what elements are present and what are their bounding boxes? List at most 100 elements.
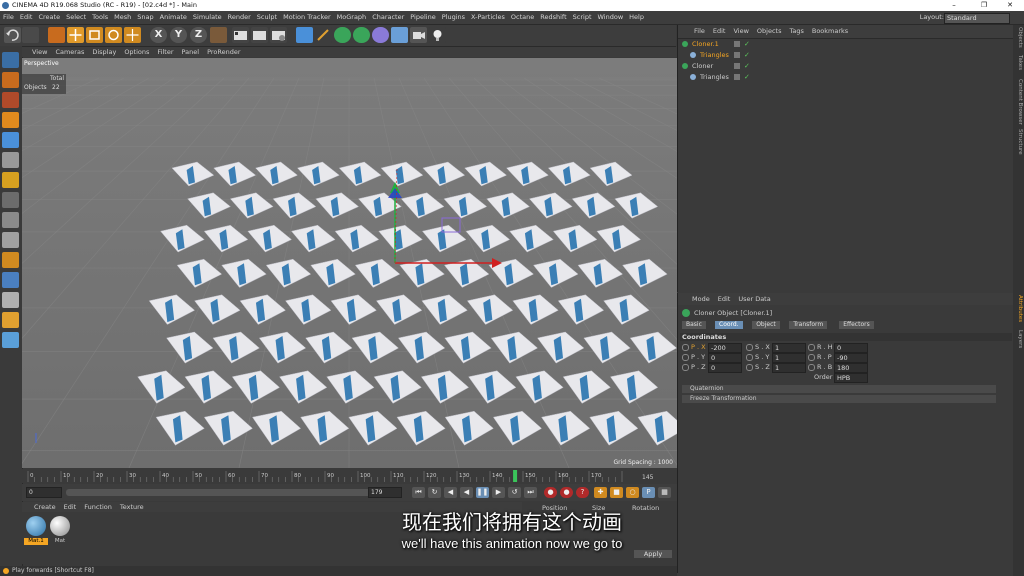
anim-dot-icon[interactable] bbox=[682, 354, 689, 361]
play-forwards-button[interactable]: ❚❚ bbox=[476, 487, 489, 498]
left-tool-6-icon[interactable] bbox=[2, 152, 19, 168]
object-menu-view[interactable]: View bbox=[729, 25, 752, 38]
keyframe-selection-button[interactable]: ? bbox=[576, 487, 589, 498]
cube-icon[interactable] bbox=[296, 27, 313, 43]
anim-dot-icon[interactable] bbox=[808, 354, 815, 361]
anim-dot-icon[interactable] bbox=[746, 364, 753, 371]
key-grid-icon[interactable]: ▦ bbox=[658, 487, 671, 498]
coord-field-rb[interactable]: 180 bbox=[834, 363, 868, 373]
menu-x-particles[interactable]: X-Particles bbox=[468, 11, 508, 24]
record-key-button[interactable]: ● bbox=[544, 487, 557, 498]
right-tab-structure[interactable]: Structure bbox=[1014, 129, 1023, 155]
restore-button[interactable]: ❐ bbox=[970, 0, 998, 11]
menu-help[interactable]: Help bbox=[626, 11, 647, 24]
key-param-icon[interactable]: P bbox=[642, 487, 655, 498]
attribute-menu-edit[interactable]: Edit bbox=[714, 293, 735, 305]
move-icon[interactable] bbox=[67, 27, 84, 43]
menu-sculpt[interactable]: Sculpt bbox=[254, 11, 280, 24]
tab-coord[interactable]: Coord. bbox=[715, 321, 743, 329]
mograph-cloner-icon[interactable] bbox=[353, 27, 370, 43]
menu-edit[interactable]: Edit bbox=[17, 11, 36, 24]
floor-icon[interactable] bbox=[391, 27, 408, 43]
left-tool-10-icon[interactable] bbox=[2, 232, 19, 248]
timeline-ruler[interactable]: 0 10 20 30 40 50 60 70 80 90 100 110 120 130 140 150 160… bbox=[22, 469, 677, 483]
timeline[interactable]: 0 10 20 30 40 50 60 70 80 90 100 110 120 130 140 150 160… bbox=[22, 469, 677, 483]
viewport-menu-cameras[interactable]: Cameras bbox=[51, 47, 88, 57]
left-tool-12-icon[interactable] bbox=[2, 272, 19, 288]
key-move-icon[interactable]: ✚ bbox=[594, 487, 607, 498]
menu-render[interactable]: Render bbox=[225, 11, 254, 24]
menu-create[interactable]: Create bbox=[35, 11, 63, 24]
left-tool-15-icon[interactable] bbox=[2, 332, 19, 348]
order-select[interactable]: HPB bbox=[834, 373, 868, 383]
object-row[interactable]: Cloner ✓ bbox=[678, 61, 1014, 71]
go-to-previous-key-button[interactable]: ↻ bbox=[428, 487, 441, 498]
coordinate-system-icon[interactable] bbox=[210, 27, 227, 43]
menu-window[interactable]: Window bbox=[595, 11, 627, 24]
minimize-button[interactable]: – bbox=[940, 0, 968, 11]
coord-field-rh[interactable]: 0 bbox=[834, 343, 868, 353]
anim-dot-icon[interactable] bbox=[808, 344, 815, 351]
viewport-perspective[interactable]: Perspective Total Objects 22 Grid Spacin… bbox=[22, 58, 677, 468]
left-tool-9-icon[interactable] bbox=[2, 212, 19, 228]
left-tool-4-icon[interactable] bbox=[2, 112, 19, 128]
right-tab-layers[interactable]: Layers bbox=[1014, 330, 1023, 348]
anim-dot-icon[interactable] bbox=[746, 344, 753, 351]
right-tab-objects[interactable]: Objects bbox=[1014, 27, 1023, 48]
viewport-menu-display[interactable]: Display bbox=[88, 47, 120, 57]
coord-field-py[interactable]: 0 bbox=[708, 353, 742, 363]
attribute-menu-user-data[interactable]: User Data bbox=[734, 293, 774, 305]
coord-field-sz[interactable]: 1 bbox=[772, 363, 806, 373]
transform-icon[interactable] bbox=[124, 27, 141, 43]
left-tool-5-icon[interactable] bbox=[2, 132, 19, 148]
menu-snap[interactable]: Snap bbox=[134, 11, 156, 24]
object-row[interactable]: Triangles ✓ bbox=[678, 50, 1014, 60]
left-tool-7-icon[interactable] bbox=[2, 172, 19, 188]
subdivision-surface-icon[interactable] bbox=[334, 27, 351, 43]
viewport-menu-view[interactable]: View bbox=[28, 47, 51, 57]
menu-mesh[interactable]: Mesh bbox=[111, 11, 134, 24]
rotate-icon[interactable] bbox=[105, 27, 122, 43]
x-axis-button[interactable]: X bbox=[150, 27, 167, 43]
section-freeze-transformation[interactable]: Freeze Transformation bbox=[682, 395, 996, 403]
enabled-check-icon[interactable]: ✓ bbox=[744, 61, 750, 71]
menu-tools[interactable]: Tools bbox=[89, 11, 111, 24]
right-tab-takes[interactable]: Takes bbox=[1014, 55, 1023, 70]
camera-icon[interactable] bbox=[410, 27, 427, 43]
render-view-icon[interactable] bbox=[232, 27, 249, 43]
pen-spline-icon[interactable] bbox=[315, 27, 332, 43]
tab-transform[interactable]: Transform bbox=[789, 321, 828, 329]
start-frame-field[interactable]: 0 bbox=[26, 487, 62, 498]
object-row[interactable]: Cloner.1 ✓ bbox=[678, 39, 1014, 49]
object-menu-objects[interactable]: Objects bbox=[753, 25, 786, 38]
previous-frame-button[interactable]: ◀ bbox=[444, 487, 457, 498]
visibility-dots-icon[interactable] bbox=[734, 74, 740, 80]
left-tool-1-icon[interactable] bbox=[2, 52, 19, 68]
menu-file[interactable]: File bbox=[0, 11, 17, 24]
key-rotate-icon[interactable]: ○ bbox=[626, 487, 639, 498]
object-name[interactable]: Triangles bbox=[700, 72, 729, 82]
play-backwards-button[interactable]: ◀ bbox=[460, 487, 473, 498]
object-menu-bookmarks[interactable]: Bookmarks bbox=[808, 25, 852, 38]
object-name[interactable]: Cloner.1 bbox=[692, 39, 719, 49]
viewport-scene[interactable] bbox=[22, 58, 677, 468]
visibility-dots-icon[interactable] bbox=[734, 41, 740, 47]
render-picture-viewer-icon[interactable] bbox=[251, 27, 268, 43]
menu-pipeline[interactable]: Pipeline bbox=[407, 11, 438, 24]
coord-field-rp[interactable]: -90 bbox=[834, 353, 868, 363]
object-name[interactable]: Triangles bbox=[700, 50, 729, 60]
left-tool-3-icon[interactable] bbox=[2, 92, 19, 108]
go-to-end-button[interactable]: ⏭ bbox=[524, 487, 537, 498]
menu-plugins[interactable]: Plugins bbox=[439, 11, 468, 24]
anim-dot-icon[interactable] bbox=[808, 364, 815, 371]
end-frame-field[interactable]: 179 bbox=[368, 487, 402, 498]
tab-object[interactable]: Object bbox=[752, 321, 780, 329]
render-settings-icon[interactable] bbox=[270, 27, 287, 43]
go-to-next-key-button[interactable]: ↺ bbox=[508, 487, 521, 498]
object-name[interactable]: Cloner bbox=[692, 61, 713, 71]
right-tab-content-browser[interactable]: Content Browser bbox=[1014, 79, 1023, 125]
object-menu-tags[interactable]: Tags bbox=[785, 25, 807, 38]
object-row[interactable]: Triangles ✓ bbox=[678, 72, 1014, 82]
menu-script[interactable]: Script bbox=[570, 11, 595, 24]
coord-field-pz[interactable]: 0 bbox=[708, 363, 742, 373]
